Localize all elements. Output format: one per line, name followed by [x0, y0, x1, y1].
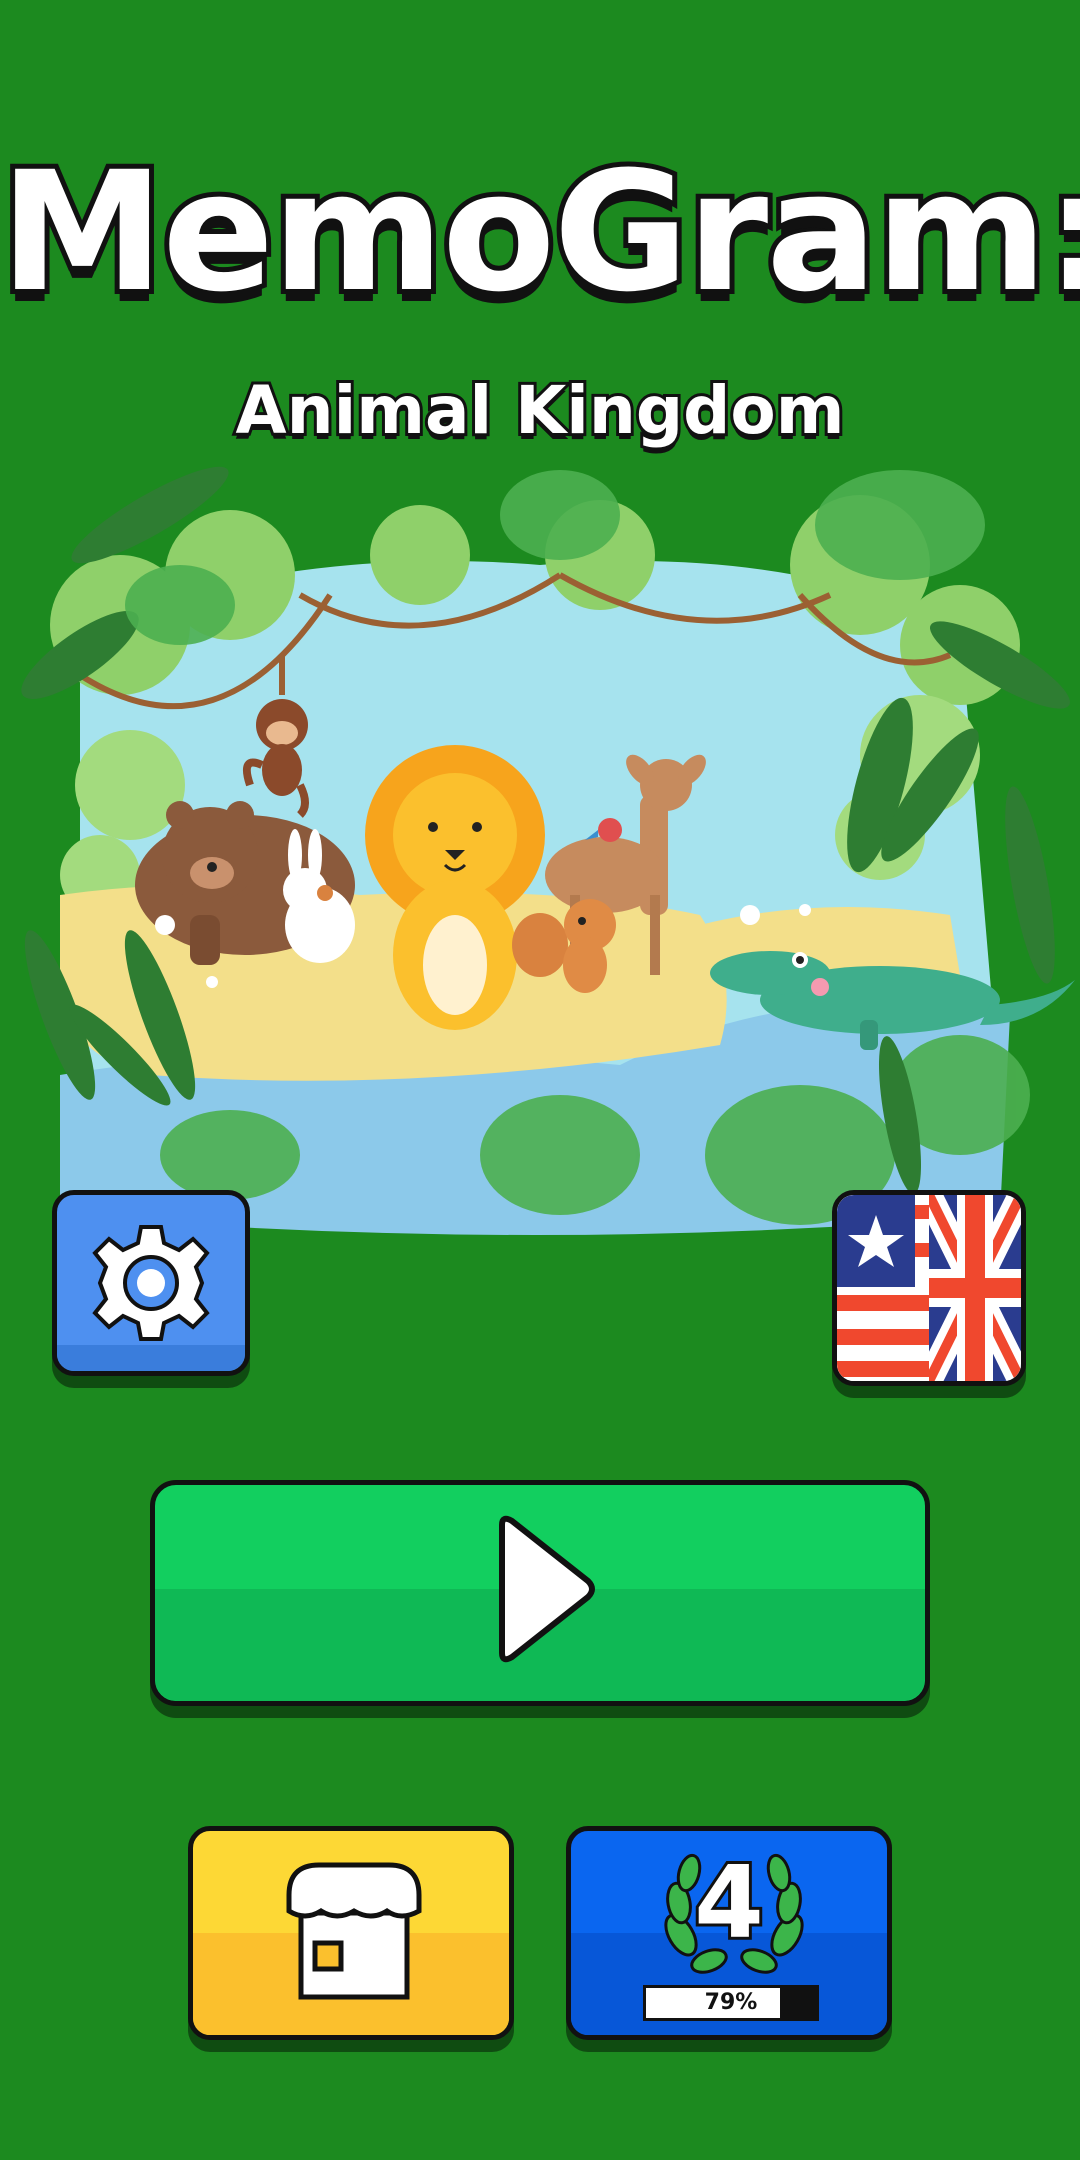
- level-number: 4: [691, 1841, 767, 1964]
- shop-button[interactable]: [188, 1826, 514, 2040]
- language-button[interactable]: [832, 1190, 1026, 1386]
- settings-button[interactable]: [52, 1190, 250, 1376]
- game-title: MemoGram:: [0, 136, 1080, 328]
- shop-icon: [286, 1862, 422, 2000]
- level-progress-bar: 79%: [643, 1985, 819, 2021]
- play-button[interactable]: [150, 1480, 930, 1706]
- level-button[interactable]: 4 79%: [566, 1826, 892, 2040]
- gear-icon: [92, 1225, 210, 1341]
- play-icon: [499, 1515, 595, 1663]
- level-progress-label: 79%: [704, 1990, 758, 2015]
- us-uk-flag-icon: [837, 1195, 1021, 1381]
- jungle-animals-illustration: [21, 466, 1075, 1235]
- game-subtitle: Animal Kingdom: [233, 372, 848, 449]
